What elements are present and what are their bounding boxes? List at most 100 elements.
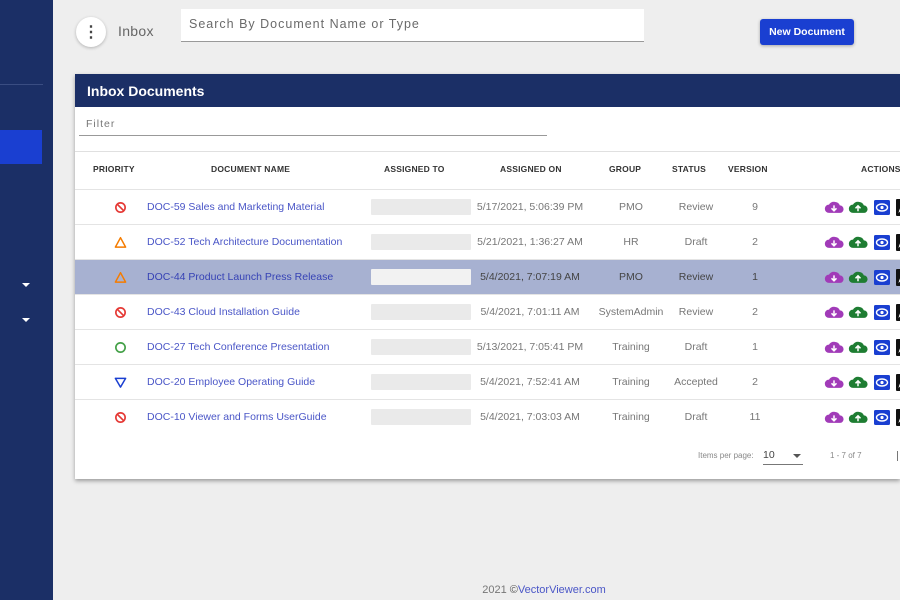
version-cell: 2: [752, 306, 758, 318]
assigned-on-cell: 5/4/2021, 7:52:41 AM: [480, 376, 580, 388]
footer: 2021 ©VectorViewer.com: [0, 584, 900, 596]
triangle-warning-icon: [113, 225, 127, 259]
cloud-upload-icon[interactable]: [848, 409, 868, 426]
edit-icon[interactable]: [896, 373, 900, 391]
edit-icon[interactable]: [896, 338, 900, 356]
view-icon[interactable]: [872, 339, 892, 356]
cloud-download-icon[interactable]: [824, 339, 844, 356]
redacted-assignee: [371, 269, 471, 285]
edit-icon[interactable]: [896, 408, 900, 426]
footer-year: 2021: [482, 584, 507, 596]
document-name-link[interactable]: DOC-27 Tech Conference Presentation: [147, 341, 330, 353]
footer-brand-link[interactable]: VectorViewer.com: [518, 584, 606, 596]
view-icon[interactable]: [872, 234, 892, 251]
view-icon[interactable]: [872, 374, 892, 391]
actions-cell: [824, 225, 900, 259]
page-title: Inbox: [118, 23, 154, 39]
table-row[interactable]: DOC-27 Tech Conference Presentation 5/13/…: [75, 329, 900, 364]
document-name-link[interactable]: DOC-59 Sales and Marketing Material: [147, 201, 324, 213]
document-name-cell: DOC-20 Employee Operating Guide: [147, 365, 315, 399]
cloud-upload-icon[interactable]: [848, 199, 868, 216]
document-name-cell: DOC-44 Product Launch Press Release: [147, 260, 333, 294]
actions-cell: [824, 330, 900, 364]
search-field[interactable]: [181, 9, 644, 42]
redacted-assignee: [371, 374, 471, 390]
circle-icon: [113, 330, 127, 364]
chevron-down-icon: [793, 454, 801, 458]
sidebar-item-active[interactable]: [0, 130, 42, 164]
cloud-download-icon[interactable]: [824, 304, 844, 321]
more-vert-icon[interactable]: ⋮: [76, 17, 106, 47]
view-icon[interactable]: [872, 269, 892, 286]
triangle-warning-icon: [113, 260, 127, 294]
edit-icon[interactable]: [896, 233, 900, 251]
column-header-assigned-to[interactable]: ASSIGNED TO: [384, 164, 445, 174]
cloud-download-icon[interactable]: [824, 234, 844, 251]
cloud-download-icon[interactable]: [824, 269, 844, 286]
cloud-upload-icon[interactable]: [848, 374, 868, 391]
chevron-down-icon[interactable]: [22, 318, 30, 322]
card-title: Inbox Documents: [75, 74, 900, 107]
document-name-link[interactable]: DOC-52 Tech Architecture Documentation: [147, 236, 342, 248]
assigned-on-cell: 5/13/2021, 7:05:41 PM: [476, 341, 584, 353]
status-cell: Review: [678, 306, 714, 318]
document-name-link[interactable]: DOC-43 Cloud Installation Guide: [147, 306, 300, 318]
column-header-actions: ACTIONS: [861, 164, 900, 174]
items-per-page-select[interactable]: 10: [763, 448, 803, 465]
edit-icon[interactable]: [896, 303, 900, 321]
column-header-document-name[interactable]: DOCUMENT NAME: [211, 164, 290, 174]
table-separator: [75, 151, 900, 152]
column-header-version[interactable]: VERSION: [728, 164, 768, 174]
cloud-download-icon[interactable]: [824, 199, 844, 216]
cloud-download-icon[interactable]: [824, 374, 844, 391]
document-name-cell: DOC-27 Tech Conference Presentation: [147, 330, 330, 364]
table-row[interactable]: DOC-44 Product Launch Press Release 5/4/2…: [75, 259, 900, 294]
edit-icon[interactable]: [896, 268, 900, 286]
status-cell: Review: [678, 271, 714, 283]
assigned-to-cell: [371, 365, 471, 399]
document-name-link[interactable]: DOC-20 Employee Operating Guide: [147, 376, 315, 388]
column-header-priority[interactable]: PRIORITY: [93, 164, 135, 174]
no-entry-icon: [113, 295, 127, 329]
table-row[interactable]: DOC-10 Viewer and Forms UserGuide 5/4/202…: [75, 399, 900, 434]
filter-input[interactable]: [79, 114, 553, 134]
table-row[interactable]: DOC-59 Sales and Marketing Material 5/17/…: [75, 189, 900, 224]
table-row[interactable]: DOC-20 Employee Operating Guide 5/4/2021,…: [75, 364, 900, 399]
edit-icon[interactable]: [896, 198, 900, 216]
document-name-link[interactable]: DOC-44 Product Launch Press Release: [147, 271, 333, 283]
actions-cell: [824, 190, 900, 224]
table-row[interactable]: DOC-43 Cloud Installation Guide 5/4/2021,…: [75, 294, 900, 329]
triangle-down-icon: [113, 365, 127, 399]
search-input[interactable]: [181, 9, 637, 39]
status-cell: Draft: [684, 341, 708, 353]
actions-cell: [824, 260, 900, 294]
cloud-upload-icon[interactable]: [848, 269, 868, 286]
menu-glyph: ⋮: [83, 24, 99, 41]
no-entry-icon: [113, 190, 127, 224]
new-document-button[interactable]: New Document: [760, 19, 854, 45]
chevron-down-icon[interactable]: [22, 283, 30, 287]
view-icon[interactable]: [872, 304, 892, 321]
assigned-to-cell: [371, 260, 471, 294]
document-name-cell: DOC-59 Sales and Marketing Material: [147, 190, 324, 224]
document-name-link[interactable]: DOC-10 Viewer and Forms UserGuide: [147, 411, 327, 423]
cloud-download-icon[interactable]: [824, 409, 844, 426]
first-page-icon[interactable]: [897, 451, 898, 461]
items-per-page-value: 10: [763, 449, 775, 461]
cloud-upload-icon[interactable]: [848, 304, 868, 321]
version-cell: 2: [752, 236, 758, 248]
assigned-on-cell: 5/4/2021, 7:03:03 AM: [480, 411, 580, 423]
filter-field[interactable]: [79, 114, 553, 136]
column-header-status[interactable]: STATUS: [672, 164, 706, 174]
version-cell: 11: [749, 411, 761, 423]
actions-cell: [824, 365, 900, 399]
cloud-upload-icon[interactable]: [848, 234, 868, 251]
column-header-group[interactable]: GROUP: [609, 164, 641, 174]
view-icon[interactable]: [872, 199, 892, 216]
sidebar-divider: [0, 84, 43, 85]
column-header-assigned-on[interactable]: ASSIGNED ON: [500, 164, 562, 174]
cloud-upload-icon[interactable]: [848, 339, 868, 356]
view-icon[interactable]: [872, 409, 892, 426]
group-cell: Training: [612, 411, 650, 423]
table-row[interactable]: DOC-52 Tech Architecture Documentation 5/…: [75, 224, 900, 259]
